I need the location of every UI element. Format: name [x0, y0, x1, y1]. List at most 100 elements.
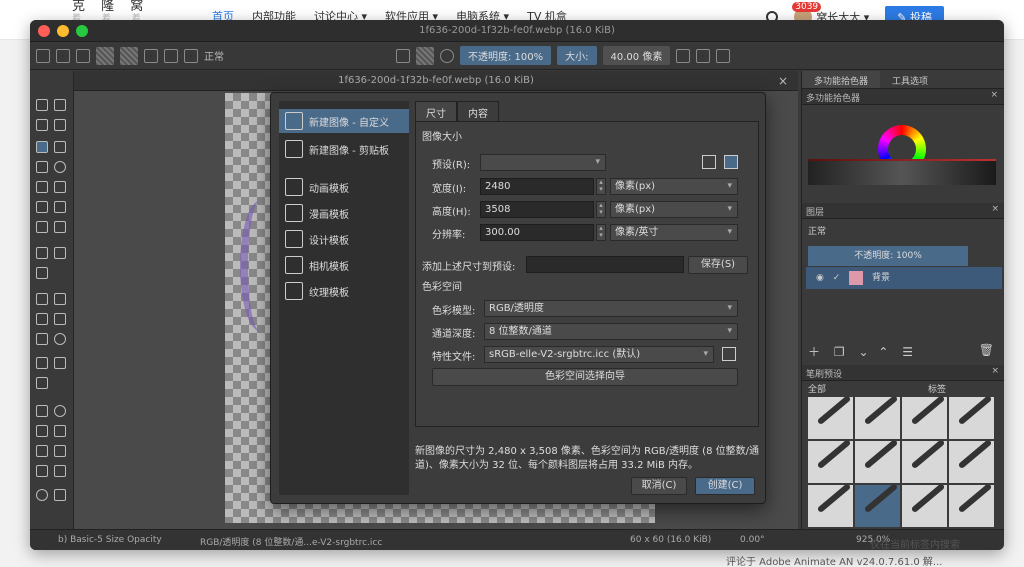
polyline-tool-icon[interactable] [54, 181, 66, 193]
eye-icon[interactable]: ◉ [816, 273, 824, 283]
ellipse-select-tool-icon[interactable] [54, 405, 66, 417]
brush-filter-select[interactable]: 全部 [808, 382, 918, 395]
layer-blend-select[interactable]: 正常 [808, 223, 968, 241]
wrap-around-icon[interactable] [716, 48, 731, 63]
close-icon[interactable]: × [778, 71, 788, 91]
bezier-select-tool-icon[interactable] [36, 465, 48, 477]
close-icon[interactable]: × [990, 90, 998, 100]
alpha-lock-icon[interactable] [416, 46, 434, 65]
brush-preset[interactable] [808, 441, 853, 483]
only-tag-checkbox[interactable]: 仅在当前标签内搜索 [870, 536, 960, 551]
color-model-select[interactable]: RGB/透明度 [484, 300, 738, 317]
color-picker-tool-icon[interactable] [54, 293, 66, 305]
document-tab[interactable]: 1f636-200d-1f32b-fe0f.webp (16.0 KiB) × [74, 71, 798, 91]
cancel-button[interactable]: 取消(C) [631, 477, 687, 495]
preset-select[interactable] [480, 154, 606, 171]
resolution-input[interactable]: 300.00 [480, 224, 594, 241]
color-shade-bars[interactable] [808, 161, 996, 185]
reload-preset-icon[interactable] [440, 48, 454, 63]
channel-depth-select[interactable]: 8 位整数/通道 [484, 323, 738, 340]
size-slider[interactable]: 40.00 像素 [602, 46, 671, 65]
polygon-select-tool-icon[interactable] [36, 425, 48, 437]
footer-comment[interactable]: 评论于 Adobe Animate AN v24.0.7.61.0 解... [726, 553, 942, 567]
select-shapes-tool-icon[interactable] [36, 99, 48, 111]
preset-name-input[interactable] [526, 256, 684, 273]
line-tool-icon[interactable] [54, 141, 66, 153]
height-input[interactable]: 3508 [480, 201, 594, 218]
tab-size[interactable]: 尺寸 [415, 101, 457, 123]
color-space-wizard-button[interactable]: 色彩空间选择向导 [432, 368, 738, 386]
new-file-icon[interactable] [36, 48, 50, 63]
polygon-tool-icon[interactable] [36, 181, 48, 193]
close-icon[interactable]: × [991, 366, 999, 376]
brush-preset[interactable] [949, 397, 994, 439]
layer-properties-icon[interactable]: ☰ [902, 345, 913, 359]
status-rotation[interactable]: 0.00° [740, 535, 765, 545]
save-file-icon[interactable] [76, 48, 90, 63]
opacity-slider[interactable]: 不透明度: 100% [460, 46, 552, 65]
text-tool-icon[interactable] [54, 99, 66, 111]
open-file-icon[interactable] [56, 48, 70, 63]
move-tool-icon[interactable] [54, 247, 66, 259]
crop-tool-icon[interactable] [36, 267, 48, 279]
portrait-icon[interactable] [724, 155, 738, 169]
mirror-vertical-icon[interactable] [696, 48, 711, 63]
pan-tool-icon[interactable] [54, 489, 66, 501]
maximize-window-button[interactable] [76, 25, 88, 37]
brush-preset[interactable] [808, 485, 853, 527]
brush-tag-select[interactable]: 标签 [928, 382, 968, 395]
brush-tool-icon[interactable] [36, 141, 48, 153]
sidebar-item-clipboard[interactable]: 新建图像 - 剪贴板 [279, 137, 409, 161]
sidebar-item-camera[interactable]: 相机模板 [279, 253, 409, 277]
assistant-tool-icon[interactable] [54, 313, 66, 325]
add-layer-icon[interactable]: ＋ [808, 345, 820, 359]
gradient-icon[interactable] [120, 46, 138, 65]
delete-layer-icon[interactable]: 🗑 [979, 343, 994, 357]
freehand-select-tool-icon[interactable] [54, 425, 66, 437]
calligraphy-tool-icon[interactable] [54, 119, 66, 131]
reference-tool-icon[interactable] [54, 357, 66, 369]
sidebar-item-animation[interactable]: 动画模板 [279, 175, 409, 199]
sidebar-item-design[interactable]: 设计模板 [279, 227, 409, 251]
create-button[interactable]: 创建(C) [695, 477, 755, 495]
edit-shapes-tool-icon[interactable] [36, 119, 48, 131]
brush-preset[interactable] [855, 397, 900, 439]
width-input[interactable]: 2480 [480, 178, 594, 195]
brush-preset[interactable] [855, 441, 900, 483]
sidebar-item-comic[interactable]: 漫画模板 [279, 201, 409, 225]
save-preset-button[interactable]: 保存(S) [688, 256, 748, 274]
check-icon[interactable]: ✓ [833, 273, 841, 283]
layer-opacity-slider[interactable]: 不透明度: 100% [808, 246, 968, 266]
gradient-tool-icon[interactable] [36, 293, 48, 305]
transform-tool-icon[interactable] [36, 247, 48, 259]
duplicate-layer-icon[interactable]: ❐ [834, 345, 845, 359]
zoom-tool-icon[interactable] [36, 489, 48, 501]
tab-color-selector[interactable]: 多功能拾色器 [802, 71, 881, 88]
profile-select[interactable]: sRGB-elle-V2-srgbtrc.icc (默认) [484, 346, 714, 363]
import-profile-icon[interactable] [722, 347, 736, 361]
close-icon[interactable]: × [991, 204, 999, 214]
brush-preset[interactable] [949, 441, 994, 483]
brush-preset-selected[interactable] [855, 485, 900, 527]
resolution-stepper[interactable]: ▴ ▾ [596, 224, 606, 241]
layer-name[interactable]: 背景 [872, 273, 890, 283]
move-down-icon[interactable]: ⌄ [858, 345, 868, 359]
pattern-icon[interactable] [96, 46, 114, 65]
rect-select-tool-icon[interactable] [36, 405, 48, 417]
blend-mode-select[interactable]: 正常 [204, 48, 224, 63]
layer-row[interactable]: ◉ ✓ 背景 [806, 267, 1002, 289]
notification-badge[interactable]: 3039 [792, 2, 822, 12]
tab-content[interactable]: 内容 [457, 101, 499, 123]
mirror-horizontal-icon[interactable] [676, 48, 691, 63]
sidebar-item-custom[interactable]: 新建图像 - 自定义 [279, 109, 409, 133]
tab-tool-options[interactable]: 工具选项 [880, 71, 940, 88]
brush-settings-icon[interactable] [164, 48, 178, 63]
landscape-icon[interactable] [702, 155, 716, 169]
pin-tool-icon[interactable] [36, 377, 48, 389]
freehand-path-tool-icon[interactable] [54, 201, 66, 213]
height-stepper[interactable]: ▴ ▾ [596, 201, 606, 218]
ellipse-tool-icon[interactable] [54, 161, 66, 173]
close-window-button[interactable] [38, 25, 50, 37]
brush-preset[interactable] [808, 397, 853, 439]
rectangle-tool-icon[interactable] [36, 161, 48, 173]
